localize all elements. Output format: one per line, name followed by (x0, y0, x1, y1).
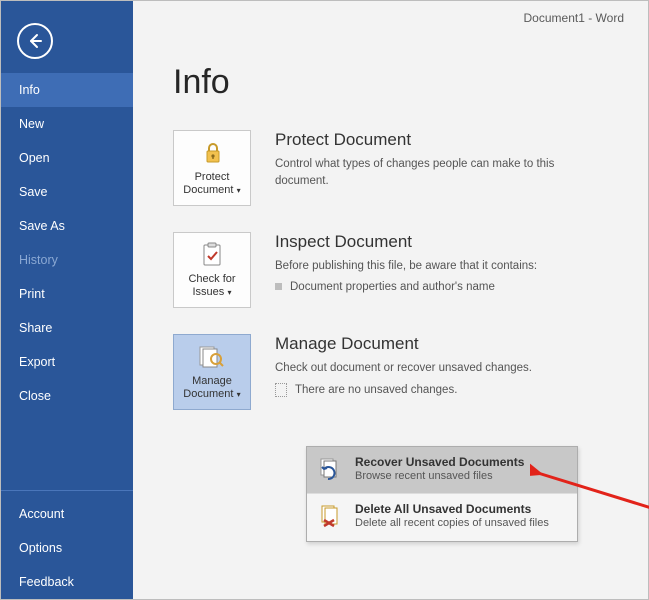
document-outline-icon (275, 383, 287, 397)
recover-unsaved-documents[interactable]: Recover Unsaved Documents Browse recent … (307, 447, 577, 493)
nav-divider (1, 490, 133, 491)
manage-desc: Check out document or recover unsaved ch… (275, 360, 575, 377)
inspect-desc: Before publishing this file, be aware th… (275, 258, 575, 275)
delete-all-unsaved-documents[interactable]: Delete All Unsaved Documents Delete all … (307, 493, 577, 540)
page-title: Info (173, 63, 624, 102)
window-title: Document1 - Word (524, 11, 624, 25)
nav-history[interactable]: History (1, 243, 133, 277)
check-for-issues-button[interactable]: Check for Issues ▾ (173, 232, 251, 308)
tile-label: Manage Document (183, 375, 233, 400)
tile-label: Protect Document (183, 171, 233, 196)
nav-print[interactable]: Print (1, 277, 133, 311)
app-window: Info New Open Save Save As History Print… (0, 0, 649, 600)
nav-share[interactable]: Share (1, 311, 133, 345)
section-manage: Manage Document ▾ Manage Document Check … (173, 334, 624, 410)
arrow-left-icon (26, 32, 44, 50)
dd-title: Delete All Unsaved Documents (355, 502, 549, 516)
lock-icon (197, 139, 227, 167)
manage-document-button[interactable]: Manage Document ▾ (173, 334, 251, 410)
protect-desc: Control what types of changes people can… (275, 156, 575, 189)
nav-open[interactable]: Open (1, 141, 133, 175)
nav-info[interactable]: Info (1, 73, 133, 107)
nav-save[interactable]: Save (1, 175, 133, 209)
manage-title: Manage Document (275, 334, 575, 354)
section-protect: Protect Document ▾ Protect Document Cont… (173, 130, 624, 206)
document-delete-icon (317, 502, 345, 530)
backstage-sidebar: Info New Open Save Save As History Print… (1, 1, 133, 599)
nav-list: Info New Open Save Save As History Print… (1, 73, 133, 413)
nav-close[interactable]: Close (1, 379, 133, 413)
dd-title: Recover Unsaved Documents (355, 455, 524, 469)
dd-sub: Delete all recent copies of unsaved file… (355, 516, 549, 530)
nav-account[interactable]: Account (1, 497, 133, 531)
nav-feedback[interactable]: Feedback (1, 565, 133, 599)
section-inspect: Check for Issues ▾ Inspect Document Befo… (173, 232, 624, 308)
bullet-text: Document properties and author's name (290, 281, 495, 293)
square-bullet-icon (275, 283, 282, 290)
dd-sub: Browse recent unsaved files (355, 469, 524, 483)
nav-new[interactable]: New (1, 107, 133, 141)
manage-document-dropdown: Recover Unsaved Documents Browse recent … (306, 446, 578, 542)
nav-options[interactable]: Options (1, 531, 133, 565)
nav-export[interactable]: Export (1, 345, 133, 379)
manage-bullet: There are no unsaved changes. (275, 383, 575, 397)
info-panel: Document1 - Word Info Protect Document ▾… (133, 1, 648, 599)
nav-bottom-list: Account Options Feedback (1, 497, 133, 599)
document-recover-icon (317, 455, 345, 483)
inspect-title: Inspect Document (275, 232, 575, 252)
chevron-down-icon: ▾ (234, 186, 240, 195)
back-button[interactable] (17, 23, 53, 59)
protect-document-button[interactable]: Protect Document ▾ (173, 130, 251, 206)
bullet-text: There are no unsaved changes. (295, 384, 457, 396)
protect-title: Protect Document (275, 130, 575, 150)
chevron-down-icon: ▾ (234, 390, 240, 399)
nav-save-as[interactable]: Save As (1, 209, 133, 243)
document-magnify-icon (197, 343, 227, 371)
clipboard-check-icon (197, 241, 227, 269)
inspect-bullet: Document properties and author's name (275, 281, 575, 293)
chevron-down-icon: ▾ (225, 288, 231, 297)
